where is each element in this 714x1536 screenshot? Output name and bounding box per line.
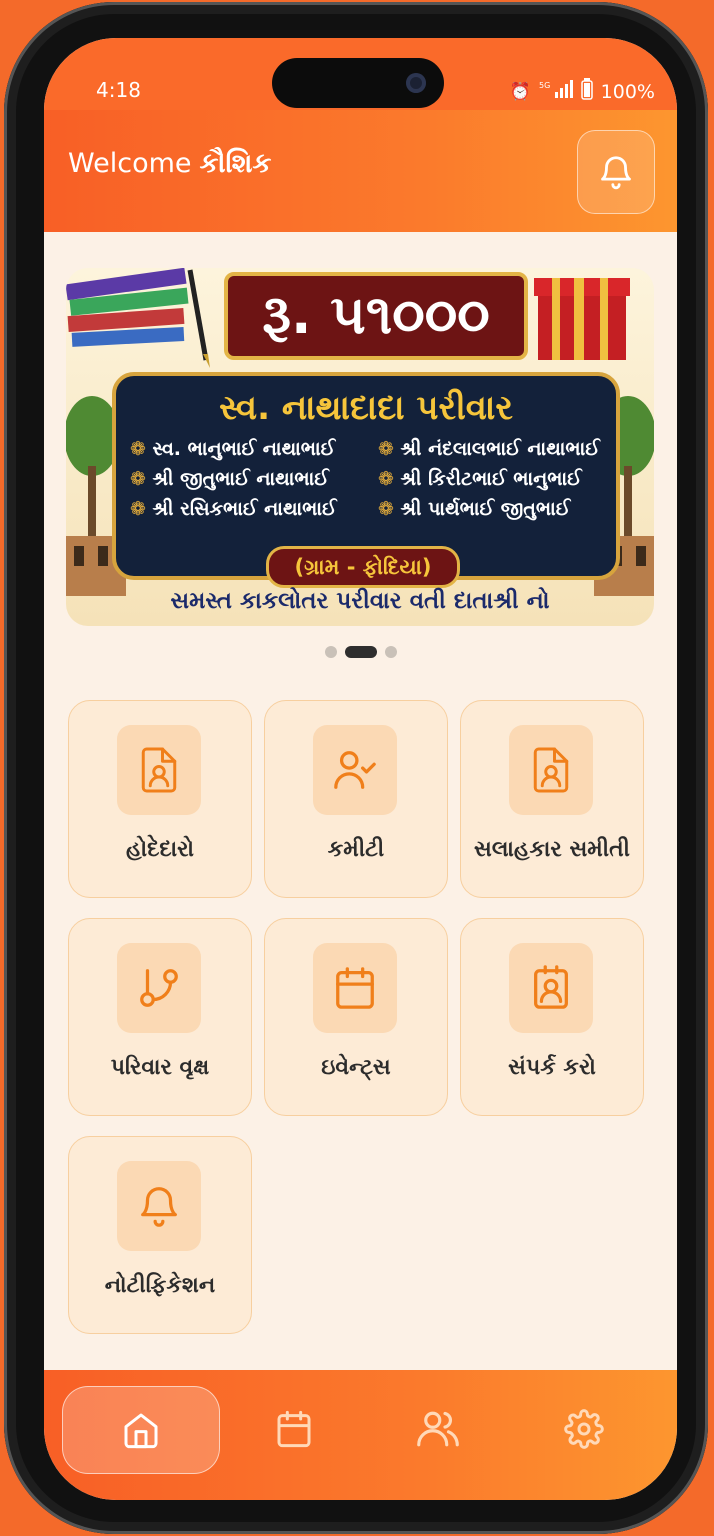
carousel-dot[interactable] xyxy=(384,646,397,658)
notification-button[interactable] xyxy=(577,130,655,214)
tile-label: નોટીફિકેશન xyxy=(104,1273,216,1298)
menu-tile-notifications[interactable]: નોટીફિકેશન xyxy=(68,1136,252,1334)
battery-icon xyxy=(580,78,593,105)
app-screen: 4:18 ⏰ 5G 100% Welcome કૌશિક રૂ. ૫૧૦૦૦ સ… xyxy=(44,38,677,1500)
gift-box-illustration xyxy=(534,278,630,360)
person-document-icon xyxy=(117,725,201,815)
battery-percent: 100% xyxy=(600,80,655,103)
status-indicators: ⏰ 5G 100% xyxy=(509,78,655,105)
member-name: સ્વ. ભાનુભાઈ નાથાભાઈ xyxy=(130,438,362,460)
calendar-icon xyxy=(313,943,397,1033)
contact-card-icon xyxy=(509,943,593,1033)
carousel-dot-active[interactable] xyxy=(344,646,377,658)
menu-tile-advisory-committee[interactable]: સલાહકાર સમીતી xyxy=(460,700,644,898)
status-time: 4:18 xyxy=(96,78,141,102)
alarm-icon: ⏰ xyxy=(509,81,531,102)
tile-label: ઇવેન્ટ્સ xyxy=(321,1055,391,1080)
users-icon xyxy=(417,1411,459,1447)
network-type: 5G xyxy=(539,81,550,90)
nav-events[interactable] xyxy=(216,1386,372,1472)
tile-label: સલાહકાર સમીતી xyxy=(474,837,630,862)
menu-tile-office-bearers[interactable]: હોદેદારો xyxy=(68,700,252,898)
home-icon xyxy=(124,1413,158,1449)
donation-amount: રૂ. ૫૧૦૦૦ xyxy=(224,272,528,360)
tile-label: પરિવાર વૃક્ષ xyxy=(110,1055,210,1080)
village-label: (ગ્રામ - ફોદિયા) xyxy=(266,546,460,588)
carousel-indicator xyxy=(44,646,677,658)
menu-tile-committee[interactable]: કમીટી xyxy=(264,700,448,898)
app-header: Welcome કૌશિક xyxy=(44,110,677,232)
nav-settings[interactable] xyxy=(506,1386,662,1472)
welcome-text: Welcome xyxy=(68,148,192,179)
camera-icon xyxy=(406,73,426,93)
dynamic-island xyxy=(272,58,444,108)
member-name: શ્રી રસિકભાઈ નાથાભાઈ xyxy=(130,498,362,520)
menu-tile-contact-us[interactable]: સંપર્ક કરો xyxy=(460,918,644,1116)
tile-label: હોદેદારો xyxy=(125,837,194,862)
tile-label: સંપર્ક કરો xyxy=(508,1055,596,1080)
member-name: શ્રી નંદલાલભાઈ નાથાભાઈ xyxy=(378,438,610,460)
carousel-dot[interactable] xyxy=(324,646,337,658)
calendar-icon xyxy=(277,1410,311,1448)
bottom-navigation xyxy=(44,1370,677,1500)
member-name: શ્રી જીતુભાઈ નાથાભાઈ xyxy=(130,468,362,490)
menu-tile-events[interactable]: ઇવેન્ટ્સ xyxy=(264,918,448,1116)
member-names: સ્વ. ભાનુભાઈ નાથાભાઈ શ્રી નંદલાલભાઈ નાથાભ… xyxy=(130,438,610,528)
welcome-message: Welcome કૌશિક xyxy=(68,148,272,180)
bell-icon xyxy=(117,1161,201,1251)
nav-members[interactable] xyxy=(360,1386,516,1472)
user-name: કૌશિક xyxy=(199,148,272,179)
books-pen-illustration xyxy=(66,268,210,368)
bell-icon xyxy=(601,156,631,190)
git-branch-icon xyxy=(117,943,201,1033)
member-name: શ્રી પાર્થભાઈ જીતુભાઈ xyxy=(378,498,610,520)
signal-icon: 5G xyxy=(539,79,573,104)
tile-label: કમીટી xyxy=(327,837,385,862)
phone-frame: 4:18 ⏰ 5G 100% Welcome કૌશિક રૂ. ૫૧૦૦૦ સ… xyxy=(4,2,708,1534)
family-title: સ્વ. નાથાદાદા પરીવાર xyxy=(219,388,513,428)
menu-tile-family-tree[interactable]: પરિવાર વૃક્ષ xyxy=(68,918,252,1116)
gear-icon xyxy=(564,1409,604,1449)
user-check-icon xyxy=(313,725,397,815)
member-name: શ્રી કિરીટભાઈ ભાનુભાઈ xyxy=(378,468,610,490)
status-bar: 4:18 ⏰ 5G 100% xyxy=(44,38,677,110)
person-document-icon xyxy=(509,725,593,815)
nav-home[interactable] xyxy=(62,1386,220,1474)
banner-footer-text: સમસ્ત કાકલોતર પરીવાર વતી દાતાશ્રી નો xyxy=(170,588,550,614)
donor-banner[interactable]: રૂ. ૫૧૦૦૦ સ્વ. નાથાદાદા પરીવાર સ્વ. ભાનુ… xyxy=(66,268,654,626)
